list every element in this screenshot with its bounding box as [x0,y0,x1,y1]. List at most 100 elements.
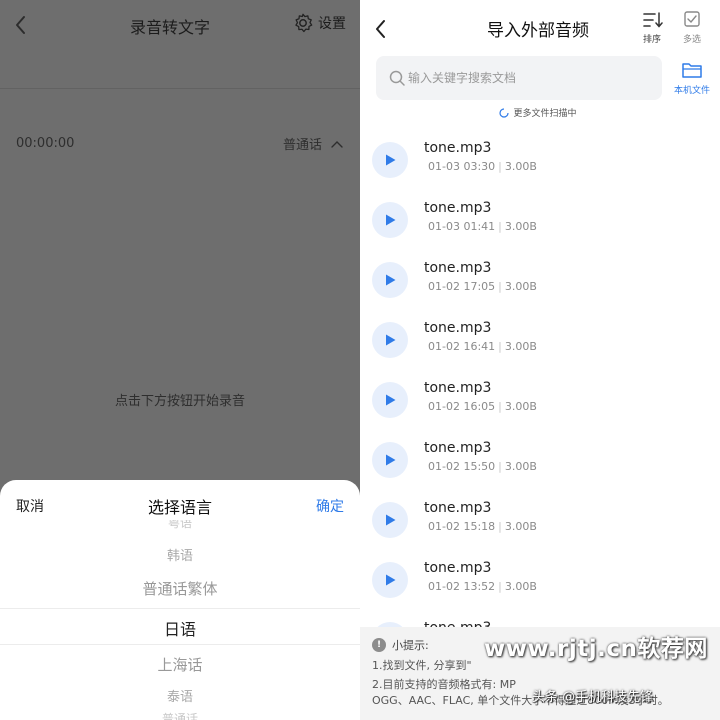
search-box [376,56,662,100]
play-button[interactable] [372,562,408,598]
picker-option[interactable]: 韩语 [0,545,360,564]
play-icon [386,274,396,286]
scanning-status: 更多文件扫描中 [360,106,716,119]
file-item[interactable]: tone.mp3 01-02 17:05 | 3.00B [360,256,720,316]
play-icon [386,214,396,226]
folder-icon [682,63,702,78]
confirm-button[interactable]: 确定 [316,496,344,516]
file-item[interactable]: tone.mp3 01-02 16:05 | 3.00B [360,376,720,436]
scanning-text: 更多文件扫描中 [513,109,577,119]
play-button[interactable] [372,142,408,178]
file-meta: 01-02 13:52 | 3.00B [428,580,537,593]
picker-option[interactable]: 泰语 [0,686,360,705]
play-button[interactable] [372,502,408,538]
gear-icon [295,13,313,33]
file-date: 01-03 01:41 [428,220,496,233]
file-date: 01-03 03:30 [428,160,496,173]
play-icon [386,154,396,166]
file-size: 3.00B [504,340,537,353]
current-language: 普通话 [282,138,322,153]
play-icon [386,454,396,466]
separator: | [498,340,502,353]
file-name: tone.mp3 [424,320,492,336]
site-watermark: www.rjtj.cn软荐网 [484,636,708,662]
tips-line-text: 2.目前支持的音频格式有: MP [372,678,516,691]
separator: | [498,220,502,233]
file-size: 3.00B [504,520,537,533]
file-meta: 01-02 16:41 | 3.00B [428,340,537,353]
file-date: 01-02 17:05 [428,280,496,293]
file-name: tone.mp3 [424,200,492,216]
file-date: 01-02 15:18 [428,520,496,533]
play-button[interactable] [372,202,408,238]
file-date: 01-02 15:50 [428,460,496,473]
picker-selection-line [0,644,360,645]
picker-selection-line [0,608,360,609]
separator: | [498,160,502,173]
settings-button[interactable]: 设置 [292,12,346,34]
picker-option[interactable]: 普通话 [0,710,360,720]
file-name: tone.mp3 [424,140,492,156]
sort-label: 排序 [642,35,661,45]
file-item[interactable]: tone.mp3 01-02 15:50 | 3.00B [360,436,720,496]
play-button[interactable] [372,382,408,418]
file-date: 01-02 13:52 [428,580,496,593]
play-button[interactable] [372,262,408,298]
picker-option[interactable]: 粤语 [0,520,360,530]
search-input[interactable] [408,56,658,100]
picker-option[interactable]: 上海话 [0,654,360,675]
file-date: 01-02 16:41 [428,340,496,353]
file-name: tone.mp3 [424,500,492,516]
multiselect-button[interactable]: 多选 [672,10,712,45]
file-name: tone.mp3 [424,260,492,276]
file-item[interactable]: tone.mp3 01-02 15:18 | 3.00B [360,496,720,556]
separator: | [498,580,502,593]
file-item[interactable]: tone.mp3 01-03 03:30 | 3.00B [360,136,720,196]
file-name: tone.mp3 [424,560,492,576]
checkbox-icon [684,11,700,27]
page-title: 录音转文字 [129,18,210,37]
play-button[interactable] [372,442,408,478]
local-file-button[interactable]: 本机文件 [666,60,718,96]
file-size: 3.00B [504,160,537,173]
sort-icon [643,12,663,28]
import-audio-screen: 导入外部音频 排序 多选 本机文件 更多文件扫描中 [360,0,720,720]
file-size: 3.00B [504,400,537,413]
author-watermark: 头条 @手机科技先锋 [532,690,654,705]
file-item[interactable]: tone.mp3 01-02 16:41 | 3.00B [360,316,720,376]
sheet-title: 选择语言 [147,498,212,517]
file-meta: 01-03 01:41 | 3.00B [428,220,537,233]
language-selector[interactable]: 普通话 [283,134,344,153]
file-name: tone.mp3 [424,380,492,396]
recording-time: 00:00:00 [16,136,75,151]
play-button[interactable] [372,322,408,358]
record-hint: 点击下方按钮开始录音 [114,394,245,409]
file-size: 3.00B [504,580,537,593]
play-icon [386,334,396,346]
sort-button[interactable]: 排序 [632,10,672,45]
file-meta: 01-03 03:30 | 3.00B [428,160,537,173]
picker-option[interactable]: 普通话繁体 [0,578,360,599]
language-picker-sheet: 取消 选择语言 确定 粤语 韩语 普通话繁体 日语 上海话 泰语 普通话 [0,480,360,720]
search-icon [389,70,405,86]
local-file-label: 本机文件 [673,86,710,96]
top-bar: 录音转文字 设置 [0,0,360,52]
file-meta: 01-02 16:05 | 3.00B [428,400,537,413]
file-meta: 01-02 15:18 | 3.00B [428,520,537,533]
separator: | [498,280,502,293]
file-item[interactable]: tone.mp3 01-02 13:52 | 3.00B [360,556,720,616]
file-date: 01-02 16:05 [428,400,496,413]
play-icon [386,574,396,586]
separator: | [498,400,502,413]
file-size: 3.00B [504,220,537,233]
file-name: tone.mp3 [424,440,492,456]
tips-title: 小提示: [392,639,429,652]
settings-label: 设置 [318,16,346,32]
separator: | [498,460,502,473]
divider [0,88,360,89]
multiselect-label: 多选 [682,35,701,45]
voice-to-text-screen: 录音转文字 设置 00:00:00 普通话 点击下方按钮开始录音 取消 选择语言… [0,0,360,720]
picker-option-selected[interactable]: 日语 [0,616,360,640]
file-size: 3.00B [504,460,537,473]
file-item[interactable]: tone.mp3 01-03 01:41 | 3.00B [360,196,720,256]
